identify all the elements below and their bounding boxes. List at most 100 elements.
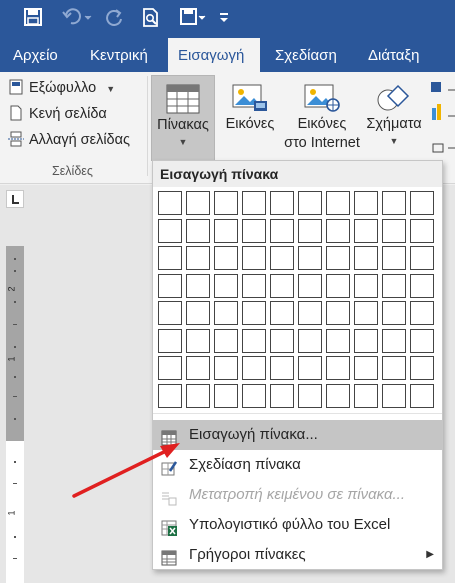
grid-cell[interactable] — [186, 383, 210, 408]
grid-cell[interactable] — [410, 301, 434, 325]
grid-cell[interactable] — [298, 218, 322, 243]
grid-cell[interactable] — [242, 301, 266, 325]
blank-page-button[interactable]: Κενή σελίδα — [8, 103, 107, 125]
grid-cell[interactable] — [382, 246, 406, 270]
tab-design[interactable]: Σχεδίαση — [265, 38, 347, 72]
grid-cell[interactable] — [214, 218, 238, 243]
grid-cell[interactable] — [410, 246, 434, 270]
tab-insert[interactable]: Εισαγωγή — [168, 38, 260, 72]
grid-cell[interactable] — [214, 301, 238, 325]
grid-cell[interactable] — [270, 191, 294, 215]
grid-cell[interactable] — [158, 246, 182, 270]
grid-cell[interactable] — [158, 218, 182, 243]
grid-cell[interactable] — [382, 356, 406, 380]
grid-cell[interactable] — [270, 328, 294, 353]
grid-cell[interactable] — [242, 328, 266, 353]
grid-cell[interactable] — [242, 273, 266, 298]
grid-cell[interactable] — [158, 273, 182, 298]
grid-cell[interactable] — [298, 246, 322, 270]
grid-cell[interactable] — [270, 301, 294, 325]
grid-cell[interactable] — [382, 218, 406, 243]
grid-cell[interactable] — [410, 328, 434, 353]
grid-cell[interactable] — [382, 273, 406, 298]
grid-cell[interactable] — [242, 246, 266, 270]
grid-cell[interactable] — [214, 328, 238, 353]
grid-cell[interactable] — [298, 356, 322, 380]
save-as-icon[interactable] — [180, 8, 210, 30]
menu-item-draw-table[interactable]: Σχεδίαση πίνακα — [153, 450, 442, 480]
cover-page-button[interactable]: Εξώφυλλο ▼ — [8, 77, 115, 99]
print-preview-icon[interactable] — [142, 8, 164, 30]
shapes-button[interactable]: Σχήματα ▼ — [362, 75, 426, 161]
grid-cell[interactable] — [298, 383, 322, 408]
grid-cell[interactable] — [382, 328, 406, 353]
grid-cell[interactable] — [326, 191, 350, 215]
grid-cell[interactable] — [158, 328, 182, 353]
online-pictures-button[interactable]: Εικόνες στο Internet — [284, 75, 360, 161]
grid-cell[interactable] — [270, 246, 294, 270]
grid-cell[interactable] — [354, 273, 378, 298]
grid-cell[interactable] — [186, 356, 210, 380]
grid-cell[interactable] — [186, 328, 210, 353]
grid-cell[interactable] — [354, 191, 378, 215]
grid-cell[interactable] — [214, 191, 238, 215]
tab-file[interactable]: Αρχείο — [3, 38, 68, 72]
grid-cell[interactable] — [270, 273, 294, 298]
grid-cell[interactable] — [186, 301, 210, 325]
grid-cell[interactable] — [186, 191, 210, 215]
grid-cell[interactable] — [326, 273, 350, 298]
undo-icon[interactable] — [62, 8, 94, 30]
menu-item-convert-text[interactable]: Μετατροπή κειμένου σε πίνακα... — [153, 480, 442, 510]
grid-cell[interactable] — [354, 328, 378, 353]
grid-cell[interactable] — [214, 383, 238, 408]
grid-cell[interactable] — [354, 218, 378, 243]
vertical-ruler[interactable]: 2 1 1 — [6, 246, 24, 583]
grid-cell[interactable] — [410, 273, 434, 298]
grid-cell[interactable] — [186, 246, 210, 270]
grid-cell[interactable] — [410, 383, 434, 408]
grid-cell[interactable] — [354, 246, 378, 270]
grid-cell[interactable] — [326, 356, 350, 380]
grid-cell[interactable] — [270, 356, 294, 380]
grid-cell[interactable] — [214, 273, 238, 298]
redo-icon[interactable] — [106, 8, 128, 30]
grid-cell[interactable] — [158, 383, 182, 408]
page-break-button[interactable]: Αλλαγή σελίδας — [8, 129, 130, 151]
grid-cell[interactable] — [410, 356, 434, 380]
more-illustrations[interactable] — [430, 80, 455, 170]
grid-cell[interactable] — [186, 218, 210, 243]
grid-cell[interactable] — [242, 218, 266, 243]
grid-cell[interactable] — [298, 273, 322, 298]
grid-cell[interactable] — [158, 191, 182, 215]
grid-cell[interactable] — [186, 273, 210, 298]
grid-cell[interactable] — [270, 218, 294, 243]
grid-cell[interactable] — [214, 246, 238, 270]
grid-cell[interactable] — [298, 328, 322, 353]
grid-cell[interactable] — [326, 301, 350, 325]
grid-cell[interactable] — [326, 246, 350, 270]
grid-cell[interactable] — [270, 383, 294, 408]
menu-item-insert-table[interactable]: Εισαγωγή πίνακα... — [153, 420, 442, 450]
tab-home[interactable]: Κεντρική — [80, 38, 158, 72]
grid-cell[interactable] — [158, 356, 182, 380]
grid-cell[interactable] — [410, 218, 434, 243]
pictures-button[interactable]: Εικόνες — [220, 75, 280, 161]
grid-cell[interactable] — [382, 191, 406, 215]
table-button[interactable]: Πίνακας ▼ — [151, 75, 215, 161]
grid-cell[interactable] — [326, 383, 350, 408]
grid-cell[interactable] — [242, 356, 266, 380]
grid-cell[interactable] — [326, 218, 350, 243]
grid-cell[interactable] — [326, 328, 350, 353]
grid-cell[interactable] — [158, 301, 182, 325]
customize-toolbar-icon[interactable] — [218, 8, 232, 30]
grid-cell[interactable] — [382, 301, 406, 325]
grid-cell[interactable] — [242, 191, 266, 215]
grid-cell[interactable] — [214, 356, 238, 380]
grid-cell[interactable] — [354, 383, 378, 408]
grid-cell[interactable] — [298, 301, 322, 325]
tab-layout[interactable]: Διάταξη — [358, 38, 429, 72]
grid-cell[interactable] — [298, 191, 322, 215]
grid-cell[interactable] — [242, 383, 266, 408]
grid-cell[interactable] — [410, 191, 434, 215]
grid-cell[interactable] — [354, 301, 378, 325]
